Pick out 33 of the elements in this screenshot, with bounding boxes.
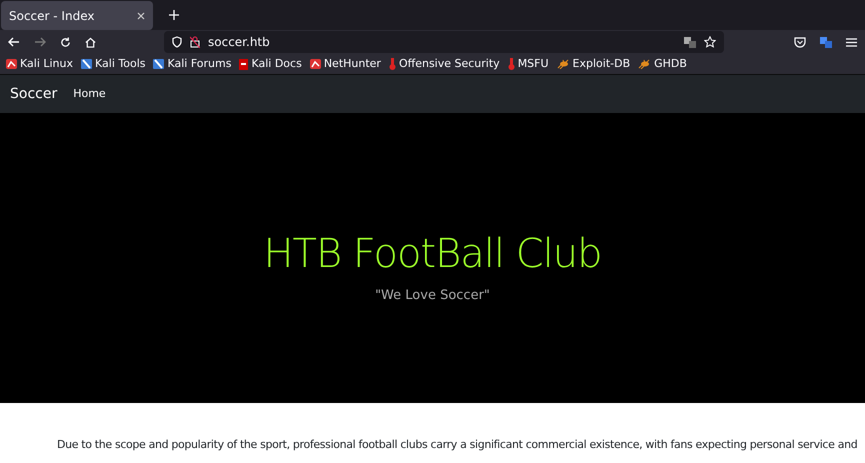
- new-tab-icon[interactable]: [169, 10, 179, 20]
- menu-icon[interactable]: [846, 38, 857, 46]
- bookmark[interactable]: Exploit-DB: [556, 56, 630, 72]
- forward-icon[interactable]: [34, 37, 46, 47]
- navbar-brand[interactable]: Soccer: [10, 84, 58, 104]
- bookmark[interactable]: MSFU: [508, 56, 549, 72]
- url-text: soccer.htb: [208, 34, 270, 51]
- star-icon[interactable]: [704, 36, 716, 48]
- bookmark[interactable]: Kali Forums: [153, 56, 232, 72]
- bookmark[interactable]: Kali Docs: [239, 56, 302, 72]
- spider-icon: [556, 59, 570, 69]
- hero-subtitle: "We Love Soccer": [375, 287, 490, 306]
- reload-icon[interactable]: [60, 36, 71, 48]
- shield-icon[interactable]: [172, 36, 182, 48]
- browser-tab[interactable]: Soccer - Index: [1, 1, 153, 30]
- spider-icon: [638, 59, 652, 69]
- translate-icon[interactable]: [684, 36, 696, 48]
- document-icon: [239, 58, 248, 70]
- bookmark[interactable]: NetHunter: [310, 56, 381, 72]
- body-paragraph: Due to the scope and popularity of the sport, professional football clubs carry a significant commercial existence, with fans expecting personal service and: [56, 437, 858, 453]
- lock-icon[interactable]: [190, 36, 200, 48]
- hero-title: HTB FootBall Club: [263, 230, 602, 278]
- pocket-icon[interactable]: [794, 36, 806, 48]
- nav-link[interactable]: Home: [73, 86, 106, 102]
- close-icon[interactable]: [137, 12, 145, 20]
- address-bar[interactable]: soccer.htb: [164, 31, 724, 53]
- back-icon[interactable]: [8, 37, 20, 47]
- translate-icon[interactable]: [820, 36, 832, 48]
- bookmark[interactable]: Kali Tools: [81, 56, 146, 72]
- bookmark[interactable]: Kali Linux: [6, 56, 74, 72]
- bookmark[interactable]: Offensive Security: [388, 56, 500, 72]
- bookmark[interactable]: GHDB: [638, 56, 687, 72]
- home-icon[interactable]: [85, 36, 96, 48]
